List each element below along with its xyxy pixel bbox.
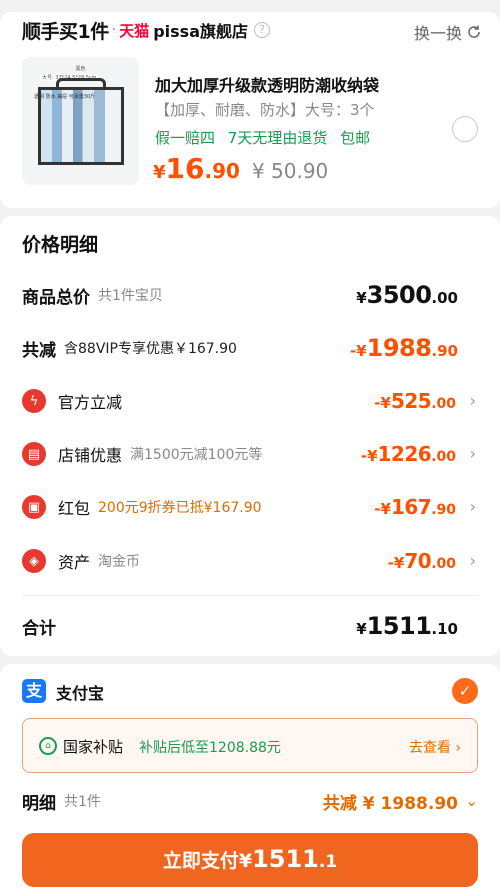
tag-return-policy: 7天无理由退货 [227, 129, 328, 147]
national-subsidy-banner[interactable]: ⌂ 国家补贴 补贴后低至1208.88元 去查看 › [22, 718, 478, 773]
home-icon: ⌂ [39, 737, 57, 755]
swap-label: 换一换 [413, 24, 462, 43]
tag-icon: ◈ [22, 549, 46, 573]
current-price: ¥16.90 [153, 152, 240, 185]
official-discount-amount: -¥ 525.00 [374, 389, 456, 413]
row-total-reduce: 共减 含88VIP专享优惠￥167.90 -¥ 1988.90 [22, 334, 458, 362]
row-official-discount[interactable]: ϟ 官方立减 -¥ 525.00 › [22, 386, 478, 416]
shop-header: 顺手买1件 · 天猫 pissa旗舰店 ? [22, 16, 270, 44]
alipay-icon: 支 [22, 679, 46, 703]
swap-button[interactable]: 换一换 [414, 20, 482, 44]
row-sum: 合计 ¥1511.10 [22, 612, 458, 640]
row-total-price: 商品总价 共1件宝贝 ¥3500.00 [22, 281, 458, 309]
section-brand: 顺手买1件 [22, 20, 109, 43]
shop-name[interactable]: pissa旗舰店 [153, 18, 248, 42]
lightning-icon: ϟ [22, 389, 46, 413]
shop-icon: ▤ [22, 442, 46, 466]
pay-now-button[interactable]: 立即支付 ¥1511.1 [22, 833, 478, 887]
chevron-right-icon: › [469, 497, 476, 516]
detail-label: 明细 [22, 793, 56, 814]
original-price: ¥ 50.90 [251, 159, 329, 183]
reduce-amount: -¥ 1988.90 [349, 334, 458, 362]
chevron-down-icon[interactable]: ⌄ [465, 792, 478, 810]
subsidy-view-link[interactable]: 去查看 › [409, 737, 461, 757]
divider [22, 595, 478, 596]
sum-amount: ¥1511.10 [356, 612, 458, 640]
thumb-feature-label: 透明 防水 抽屉 可承重30斤 [34, 94, 96, 100]
detail-row[interactable]: 明细 共1件 共减 ¥ 1988.90 ⌄ [22, 788, 478, 814]
thumb-color-label: 黑色 [75, 66, 86, 72]
chevron-right-icon: › [469, 444, 476, 463]
price-row: ¥16.90 ¥ 50.90 [153, 152, 328, 185]
separator: · [111, 22, 117, 38]
product-spec[interactable]: 【加厚、耐磨、防水】大号：3个 [155, 99, 375, 120]
red-packet-amount: -¥ 167.90 [374, 495, 456, 519]
detail-reduce: 共减 ¥ 1988.90 [322, 793, 458, 814]
select-product-radio[interactable] [452, 116, 478, 142]
product-title[interactable]: 加大加厚升级款透明防潮收纳袋 [155, 72, 379, 96]
tmall-logo: 天猫 [119, 21, 150, 40]
refresh-icon [468, 25, 480, 38]
chevron-right-icon: › [469, 551, 476, 570]
subsidy-name: 国家补贴 [63, 738, 124, 756]
total-amount: ¥3500.00 [356, 281, 458, 309]
row-assets[interactable]: ◈ 资产 淘金币 -¥ 70.00 › [22, 546, 478, 576]
service-tags: 假一赔四 7天无理由退货 包邮 [155, 127, 378, 148]
chevron-right-icon: › [469, 391, 476, 410]
subsidy-desc: 补贴后低至1208.88元 [139, 740, 281, 756]
breakdown-title: 价格明细 [22, 234, 99, 256]
product-image[interactable]: 黑色 大号: 37*24.5*28.5cm 透明 防水 抽屉 可承重30斤 [22, 57, 139, 185]
row-shop-discount[interactable]: ▤ 店铺优惠 满1500元减100元等 -¥ 1226.00 › [22, 439, 478, 469]
help-icon[interactable]: ? [254, 22, 270, 38]
detail-count: 共1件 [64, 794, 101, 810]
tag-free-shipping: 包邮 [340, 129, 371, 147]
assets-amount: -¥ 70.00 [387, 549, 456, 573]
payment-method-label[interactable]: 支付宝 [56, 680, 104, 704]
row-red-packet[interactable]: ▣ 红包 200元9折券已抵¥167.90 -¥ 167.90 › [22, 492, 478, 522]
tag-fake-compensation: 假一赔四 [155, 129, 216, 147]
payment-selected-check-icon[interactable]: ✓ [452, 678, 478, 704]
shop-discount-amount: -¥ 1226.00 [360, 442, 456, 466]
red-packet-icon: ▣ [22, 495, 46, 519]
